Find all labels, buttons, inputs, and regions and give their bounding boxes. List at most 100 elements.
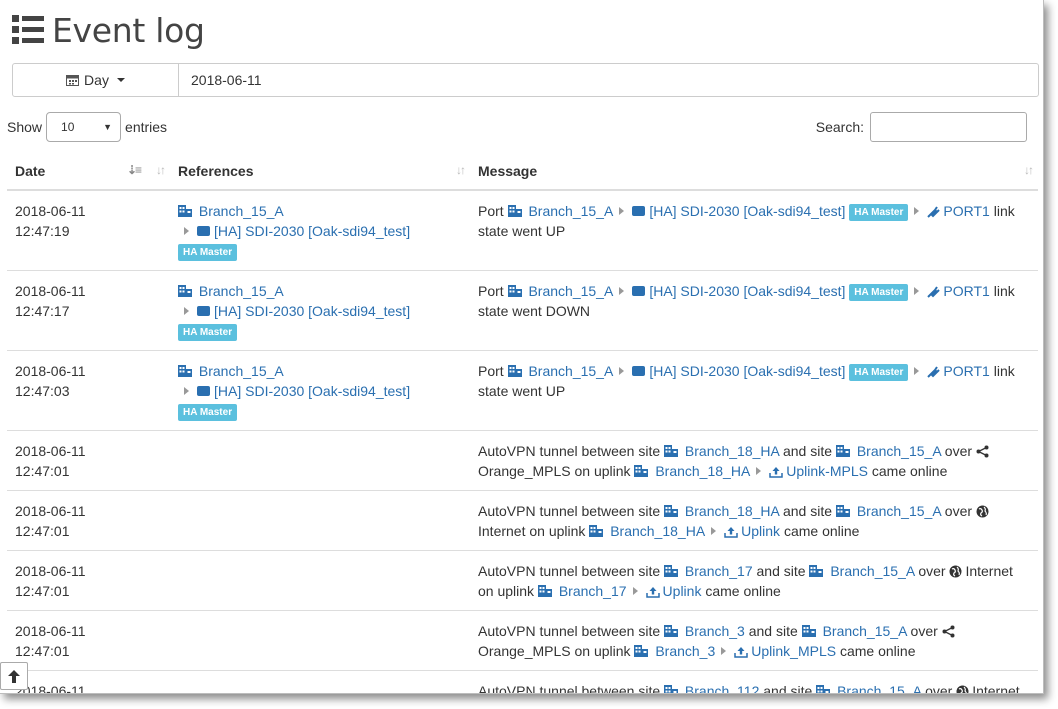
- message-text: over: [910, 623, 938, 639]
- site-link[interactable]: Branch_17: [664, 563, 753, 579]
- message-text: came online: [783, 523, 860, 539]
- site-link[interactable]: Branch_3: [664, 623, 745, 639]
- uplink-name: Uplink-MPLS: [786, 463, 868, 479]
- entries-select[interactable]: 10 ▼: [46, 112, 122, 142]
- site-link[interactable]: Branch_15_A: [178, 283, 284, 299]
- uplink-name: Uplink_MPLS: [751, 643, 837, 659]
- port-link[interactable]: PORT1: [927, 363, 990, 379]
- date-cell: 2018-06-11 12:47:01: [7, 550, 170, 611]
- uplink-link[interactable]: Uplink-MPLS: [769, 463, 868, 479]
- table-row: 2018-06-11 12:47:01 AutoVPN tunnel between…: [7, 430, 1038, 491]
- site-link[interactable]: Branch_15_A: [835, 503, 941, 519]
- date-cell: 2018-06-11 12:47:19: [7, 190, 170, 271]
- message-text: and site: [782, 443, 833, 459]
- column-header-message[interactable]: Message ↓↑: [470, 152, 1038, 191]
- device-link[interactable]: [HA] SDI-2030 [Oak-sdi94_test]: [632, 203, 845, 219]
- list-icon: [12, 15, 44, 44]
- event-time: 12:47:19: [15, 223, 70, 239]
- device-link[interactable]: [HA] SDI-2030 [Oak-sdi94_test]: [197, 303, 410, 319]
- event-table: Date ⇣≡ ↓↑ References ↓↑ Message ↓↑ 2018…: [7, 152, 1038, 694]
- message-text: state went DOWN: [478, 303, 591, 319]
- port-name: PORT1: [943, 363, 990, 379]
- message-text: link: [993, 363, 1015, 379]
- breadcrumb-arrow-icon: [914, 287, 920, 295]
- column-header-message-label: Message: [478, 162, 538, 179]
- period-label: Day: [84, 72, 109, 88]
- device-link[interactable]: [HA] SDI-2030 [Oak-sdi94_test]: [632, 283, 845, 299]
- uplink-name: Uplink: [662, 583, 702, 599]
- event-date: 2018-06-11: [15, 363, 86, 379]
- message-text: and site: [748, 623, 798, 639]
- message-cell: AutoVPN tunnel between site Branch_17 an…: [470, 550, 1038, 611]
- arrow-up-icon: [8, 669, 20, 683]
- port-link[interactable]: PORT1: [927, 283, 990, 299]
- site-link[interactable]: Branch_18_HA: [634, 463, 750, 479]
- search-control: Search:: [816, 112, 1027, 142]
- site-link[interactable]: Branch_15_A: [809, 563, 914, 579]
- site-link[interactable]: Branch_15_A: [178, 203, 284, 219]
- site-link[interactable]: Branch_15_A: [801, 623, 907, 639]
- column-header-references[interactable]: References ↓↑: [170, 152, 470, 191]
- site-link[interactable]: Branch_15_A: [178, 363, 284, 379]
- date-cell: 2018-06-11 12:47:01: [7, 490, 170, 551]
- device-link[interactable]: [HA] SDI-2030 [Oak-sdi94_test]: [632, 363, 845, 379]
- uplink-icon: [724, 527, 738, 538]
- port-link[interactable]: PORT1: [927, 203, 990, 219]
- search-input[interactable]: [870, 112, 1027, 142]
- sort-icon: ↓↑: [456, 163, 466, 177]
- site-name: Branch_15_A: [856, 503, 941, 519]
- message-text: on uplink: [574, 643, 631, 659]
- site-link[interactable]: Branch_15_A: [816, 683, 921, 693]
- building-icon: [634, 465, 649, 477]
- period-dropdown-button[interactable]: Day: [13, 64, 179, 96]
- calendar-icon: [66, 75, 80, 86]
- building-icon: [664, 505, 679, 517]
- site-link[interactable]: Branch_18_HA: [664, 503, 779, 519]
- uplink-link[interactable]: Uplink: [645, 583, 702, 599]
- event-date: 2018-06-11: [15, 683, 86, 694]
- show-label: Show: [7, 119, 43, 135]
- plug-icon: [927, 206, 941, 218]
- site-link[interactable]: Branch_17: [537, 583, 627, 599]
- scroll-to-top-button[interactable]: [0, 662, 28, 690]
- uplink-link[interactable]: Uplink: [724, 523, 780, 539]
- building-icon: [178, 285, 192, 297]
- caret-down-icon: [116, 78, 125, 82]
- uplink-link[interactable]: Uplink_MPLS: [734, 643, 836, 659]
- site-link[interactable]: Branch_18_HA: [589, 523, 705, 539]
- building-icon: [835, 445, 850, 457]
- site-link[interactable]: Branch_18_HA: [664, 443, 779, 459]
- device-link[interactable]: [HA] SDI-2030 [Oak-sdi94_test]: [197, 223, 410, 239]
- site-link[interactable]: Branch_15_A: [507, 363, 613, 379]
- event-time: 12:47:01: [15, 463, 70, 479]
- event-date: 2018-06-11: [15, 283, 86, 299]
- references-cell: [170, 490, 470, 551]
- building-icon: [664, 445, 679, 457]
- site-name: Branch_18_HA: [684, 443, 780, 459]
- site-name: Branch_18_HA: [684, 503, 780, 519]
- site-link[interactable]: Branch_3: [634, 643, 715, 659]
- site-name: Branch_17: [558, 583, 627, 599]
- site-link[interactable]: Branch_112: [664, 683, 759, 693]
- breadcrumb-arrow-icon: [184, 307, 189, 315]
- page-title: Event log: [52, 10, 205, 50]
- date-input[interactable]: [179, 64, 1038, 96]
- breadcrumb-arrow-icon: [914, 207, 920, 215]
- port-name: PORT1: [943, 283, 990, 299]
- message-cell: Port Branch_15_A [HA] SDI-2030 [Oak-sdi94…: [470, 350, 1038, 431]
- event-date: 2018-06-11: [15, 443, 86, 459]
- globe-icon: [956, 685, 969, 693]
- event-date: 2018-06-11: [15, 563, 86, 579]
- column-header-date[interactable]: Date ⇣≡ ↓↑: [7, 152, 170, 191]
- site-link[interactable]: Branch_15_A: [507, 283, 613, 299]
- table-row: 2018-06-11 12:47:19 Branch_15_A [HA] SDI-2…: [7, 190, 1038, 271]
- building-icon: [634, 645, 649, 657]
- entries-length-control: Show 10 ▼ entries: [7, 112, 167, 142]
- site-link[interactable]: Branch_15_A: [507, 203, 613, 219]
- site-link[interactable]: Branch_15_A: [835, 443, 941, 459]
- share-icon: [942, 625, 955, 638]
- building-icon: [664, 625, 679, 637]
- network-name: Internet: [965, 563, 1013, 579]
- device-link[interactable]: [HA] SDI-2030 [Oak-sdi94_test]: [197, 383, 410, 399]
- device-name: [HA] SDI-2030 [Oak-sdi94_test]: [214, 383, 411, 399]
